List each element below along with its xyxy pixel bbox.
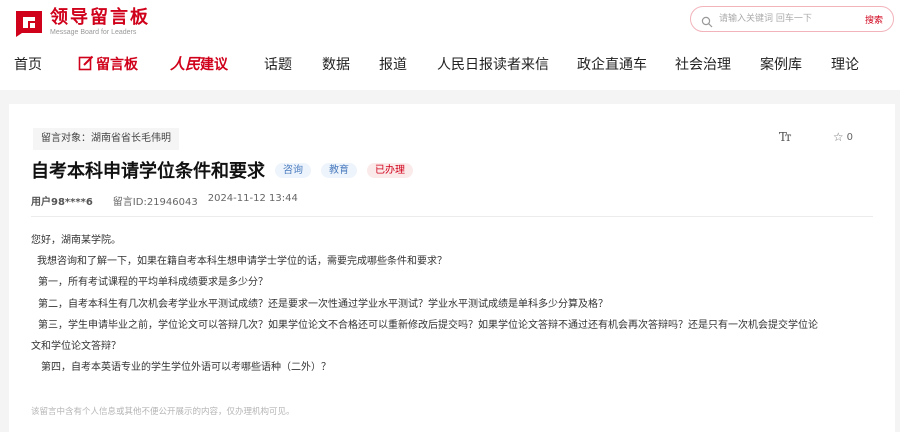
message-user: 用户98****6 [31,197,93,208]
search-input[interactable] [719,10,849,28]
nav-data[interactable]: 数据 [322,54,350,74]
logo-subtitle: Message Board for Leaders [50,28,137,36]
message-content: 您好，湖南某学院。 我想咨询和了解一下，如果在籍自考本科生想申请学士学位的话，需… [31,230,873,378]
content-paragraph: 我想咨询和了解一下，如果在籍自考本科生想申请学士学位的话，需要完成哪些条件和要求… [37,256,447,268]
nav-message-board[interactable]: 留言板 [78,54,138,74]
site-logo[interactable]: 领导留言板 Message Board for Leaders [14,6,150,38]
search-button[interactable]: 搜索 [865,13,883,26]
badge-consult: 咨询 [275,162,311,178]
font-size-icon[interactable]: Tт [779,130,799,144]
favorite-count: 0 [846,131,853,143]
search-box: 搜索 [690,6,894,32]
nav-readers-letters[interactable]: 人民日报读者来信 [437,54,549,74]
message-card: 留言对象：湖南省省长毛伟明 Tт ☆ 0 自考本科申请学位条件和要求 咨询 教育… [9,104,895,432]
nav-social-governance[interactable]: 社会治理 [675,54,731,74]
message-time: 2024-11-12 13:44 [207,193,298,204]
content-paragraph: 您好，湖南某学院。 [31,235,121,246]
nav-theory[interactable]: 理论 [831,54,859,74]
star-icon: ☆ [832,130,844,144]
content-paragraph: 第三，学生申请毕业之前，学位论文可以答辩几次？如果学位论文不合格还可以重新修改后… [38,319,818,331]
message-target: 留言对象：湖南省省长毛伟明 [33,128,179,150]
message-meta: 用户98****6 留言ID:21946043 2024-11-12 13:44 [31,193,298,208]
logo-title: 领导留言板 [50,6,150,28]
nav-home[interactable]: 首页 [14,54,42,74]
content-paragraph: 第二，自考本科生有几次机会考学业水平测试成绩？还是要求一次性通过学业水平测试？学… [38,298,608,310]
nav-people-suggestion[interactable]: 人民建议 [170,53,228,74]
content-paragraph: 文和学位论文答辩？ [31,341,121,353]
logo-icon [14,7,44,37]
message-id: 留言ID:21946043 [112,197,198,208]
title-row: 自考本科申请学位条件和要求 咨询 教育 已办理 [31,157,413,183]
content-paragraph: 第一，所有考试课程的平均单科成绩要求是多少分？ [38,277,268,289]
nav-reports[interactable]: 报道 [379,54,407,74]
badge-education: 教育 [321,162,357,178]
nav-case-library[interactable]: 案例库 [760,54,802,74]
message-tools: Tт ☆ 0 [779,130,853,144]
privacy-note: 该留言中含有个人信息或其他不便公开展示的内容，仅办理机构可见。 [31,407,295,417]
favorite-button[interactable]: ☆ 0 [833,130,853,144]
nav-suggestion-label: 建议 [200,57,229,73]
nav-gov-enterprise[interactable]: 政企直通车 [577,54,647,74]
main-nav: 首页 留言板 人民建议 话题 数据 报道 人民日报读者来信 政企直通车 社会治理… [0,52,900,78]
edit-icon [78,55,94,71]
divider [31,216,873,217]
search-icon [701,13,713,28]
message-title: 自考本科申请学位条件和要求 [31,161,265,182]
nav-people-label: 人民 [170,55,201,73]
nav-topics[interactable]: 话题 [264,54,292,74]
nav-message-board-label: 留言板 [96,57,138,73]
badge-handled: 已办理 [367,162,413,178]
top-header: 领导留言板 Message Board for Leaders 搜索 首页 留言… [0,0,900,90]
content-paragraph: 第四，自考本英语专业的学生学位外语可以考哪些语种（二外）？ [41,362,331,374]
